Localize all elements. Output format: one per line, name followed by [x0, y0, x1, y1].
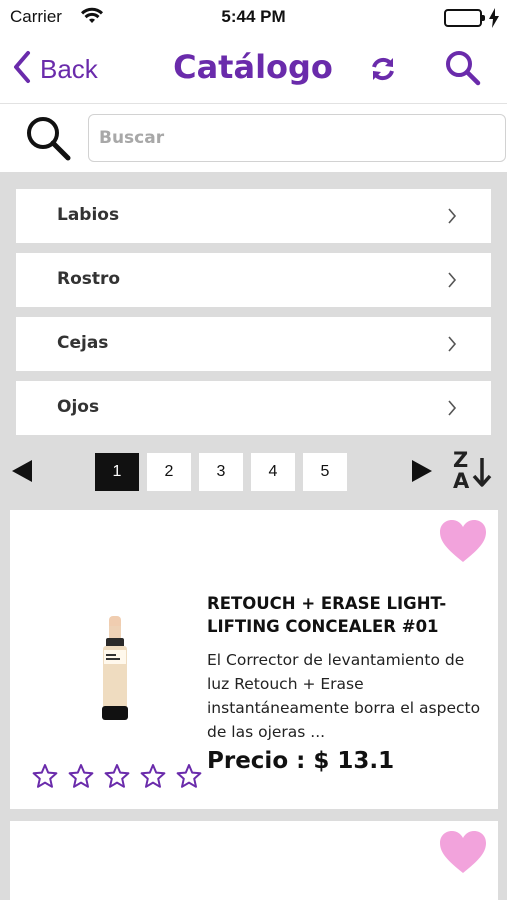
prev-arrow-icon[interactable] — [10, 459, 34, 487]
sort-arrow-icon — [472, 456, 492, 492]
page-button-4[interactable]: 4 — [251, 453, 295, 491]
category-item-rostro[interactable]: Rostro — [16, 253, 491, 307]
page-button-1[interactable]: 1 — [95, 453, 139, 491]
rating-stars — [32, 763, 212, 789]
charging-icon — [488, 8, 500, 32]
search-icon[interactable] — [444, 49, 482, 91]
back-button[interactable]: Back — [12, 50, 98, 88]
chevron-right-icon — [447, 400, 457, 420]
category-list: Labios Rostro Cejas Ojos — [16, 189, 491, 445]
product-description: El Corrector de levantamiento de luz Ret… — [207, 651, 481, 741]
category-item-labios[interactable]: Labios — [16, 189, 491, 243]
category-label: Cejas — [57, 333, 109, 353]
back-label: Back — [40, 53, 98, 84]
product-card[interactable]: RETOUCH + ERASE LIGHT-LIFTING CONCEALER … — [10, 510, 498, 809]
product-name: RETOUCH + ERASE LIGHT-LIFTING CONCEALER … — [207, 594, 447, 636]
back-chevron-icon — [12, 50, 32, 88]
navigation-bar: Back Catálogo — [0, 36, 507, 104]
product-price: Precio : $ 13.1 — [207, 748, 395, 774]
product-image — [96, 610, 136, 732]
search-bar — [0, 104, 507, 172]
chevron-right-icon — [447, 272, 457, 292]
sort-za-icon[interactable]: Z A — [450, 448, 494, 494]
heart-icon[interactable] — [438, 518, 488, 568]
star-icon[interactable] — [104, 763, 140, 789]
clock: 5:44 PM — [221, 7, 286, 26]
category-label: Rostro — [57, 269, 121, 289]
heart-icon[interactable] — [438, 829, 488, 879]
star-icon[interactable] — [140, 763, 176, 789]
battery-icon — [444, 9, 485, 27]
category-label: Labios — [57, 205, 120, 225]
search-input[interactable] — [88, 114, 506, 162]
page-button-2[interactable]: 2 — [147, 453, 191, 491]
product-card[interactable] — [10, 821, 498, 900]
star-icon[interactable] — [68, 763, 104, 789]
star-icon[interactable] — [32, 763, 68, 789]
pagination: 1 2 3 4 5 — [95, 453, 355, 491]
status-bar: Carrier 5:44 PM — [0, 0, 507, 36]
category-label: Ojos — [57, 397, 100, 417]
page-title: Catálogo — [173, 48, 333, 86]
sort-letter-a: A — [453, 469, 470, 493]
next-arrow-icon[interactable] — [410, 459, 434, 487]
search-icon — [24, 114, 72, 166]
category-item-ojos[interactable]: Ojos — [16, 381, 491, 435]
chevron-right-icon — [447, 336, 457, 356]
refresh-icon[interactable] — [366, 52, 400, 90]
page-button-5[interactable]: 5 — [303, 453, 347, 491]
category-item-cejas[interactable]: Cejas — [16, 317, 491, 371]
chevron-right-icon — [447, 208, 457, 228]
star-icon[interactable] — [176, 763, 212, 789]
page-button-3[interactable]: 3 — [199, 453, 243, 491]
